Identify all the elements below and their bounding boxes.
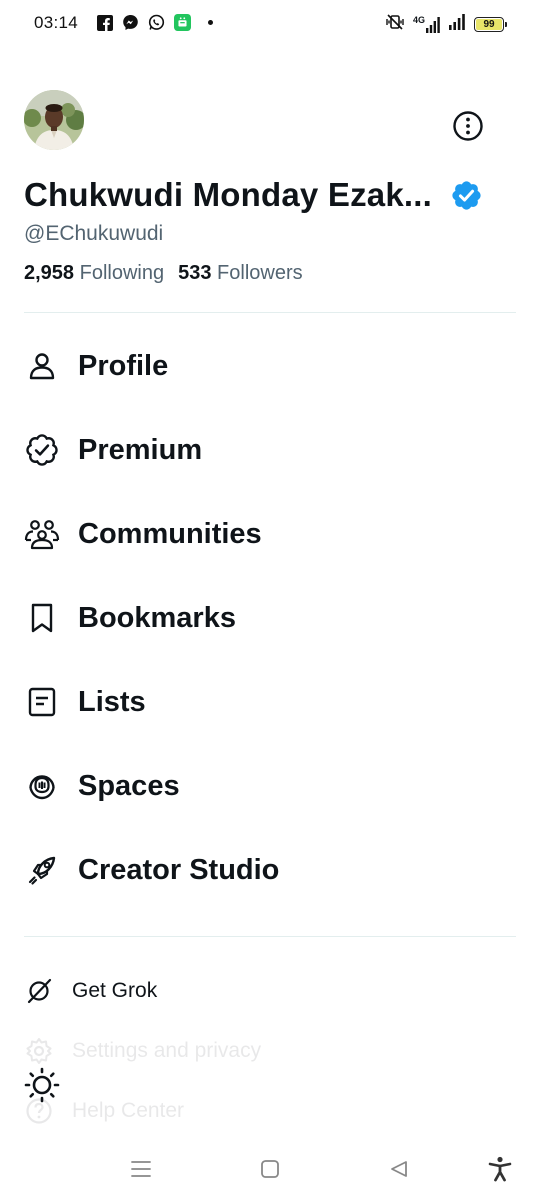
following-count: 2,958 <box>24 262 75 284</box>
communities-icon <box>24 516 60 552</box>
menu-label: Profile <box>78 349 169 382</box>
menu-item-spaces[interactable]: Spaces <box>24 756 516 816</box>
menu-item-bookmarks[interactable]: Bookmarks <box>24 588 516 648</box>
status-time: 03:14 <box>34 13 79 32</box>
verified-badge-icon <box>452 180 481 210</box>
android-app-icon <box>174 14 191 31</box>
menu-label: Premium <box>78 433 203 466</box>
theme-toggle-button[interactable] <box>24 1067 60 1103</box>
facebook-icon <box>96 14 113 31</box>
recent-apps-button[interactable] <box>126 1154 156 1184</box>
person-icon <box>24 348 60 384</box>
notification-icons <box>96 14 213 31</box>
status-bar: 03:14 4G 99 <box>0 0 540 48</box>
home-button[interactable] <box>255 1154 285 1184</box>
menu-icon <box>131 1161 151 1177</box>
following-label: Following <box>79 262 165 284</box>
following-link[interactable]: 2,958 Following <box>24 262 164 285</box>
more-options-icon <box>453 111 483 141</box>
bookmark-icon <box>24 600 60 636</box>
vibrate-mute-icon <box>385 14 405 35</box>
system-navigation-bar <box>0 1140 540 1200</box>
menu-label: Spaces <box>78 769 180 802</box>
follow-stats: 2,958 Following 533 Followers <box>24 262 303 285</box>
menu-label: Help Center <box>72 1099 185 1122</box>
battery-icon: 99 <box>474 17 507 32</box>
menu-label: Bookmarks <box>78 601 236 634</box>
menu-item-help-center[interactable]: Help Center <box>24 1091 516 1131</box>
menu-item-creator-studio[interactable]: Creator Studio <box>24 840 516 900</box>
signal-4g-icon: 4G <box>413 16 440 33</box>
more-notifications-dot <box>208 20 213 25</box>
spaces-icon <box>24 768 60 804</box>
profile-name-row[interactable]: Chukwudi Monday Ezak... <box>24 176 483 214</box>
followers-link[interactable]: 533 Followers <box>178 262 303 285</box>
accessibility-button[interactable] <box>485 1154 515 1184</box>
home-square-icon <box>261 1160 279 1178</box>
menu-item-settings[interactable]: Settings and privacy <box>24 1031 516 1071</box>
menu-label: Settings and privacy <box>72 1039 262 1062</box>
menu-item-communities[interactable]: Communities <box>24 504 516 564</box>
back-triangle-icon <box>391 1161 407 1177</box>
gear-icon <box>24 1036 54 1066</box>
followers-label: Followers <box>217 262 303 284</box>
accessibility-icon <box>488 1156 512 1182</box>
menu-label: Lists <box>78 685 146 718</box>
network-type: 4G <box>412 15 425 25</box>
messenger-icon <box>122 14 139 31</box>
profile-name: Chukwudi Monday Ezak... <box>24 176 432 213</box>
system-icons: 4G 99 <box>385 14 507 35</box>
battery-percent: 99 <box>483 19 495 30</box>
more-options-button[interactable] <box>450 108 486 144</box>
signal-icon <box>448 14 466 35</box>
avatar[interactable] <box>24 90 84 150</box>
menu-label: Communities <box>78 517 262 550</box>
list-icon <box>24 684 60 720</box>
menu-item-premium[interactable]: Premium <box>24 420 516 480</box>
menu-label: Get Grok <box>72 979 158 1002</box>
menu-item-profile[interactable]: Profile <box>24 336 516 396</box>
verified-badge-icon <box>24 432 60 468</box>
grok-icon <box>24 976 54 1006</box>
followers-count: 533 <box>178 262 212 284</box>
profile-handle: @EChukuwudi <box>24 222 164 245</box>
menu-item-get-grok[interactable]: Get Grok <box>24 971 516 1011</box>
whatsapp-icon <box>148 14 165 31</box>
rocket-icon <box>24 852 60 888</box>
sun-icon <box>24 1067 60 1103</box>
back-button[interactable] <box>384 1154 414 1184</box>
divider <box>24 936 516 937</box>
menu-item-lists[interactable]: Lists <box>24 672 516 732</box>
divider <box>24 312 516 313</box>
menu-label: Creator Studio <box>78 853 280 886</box>
